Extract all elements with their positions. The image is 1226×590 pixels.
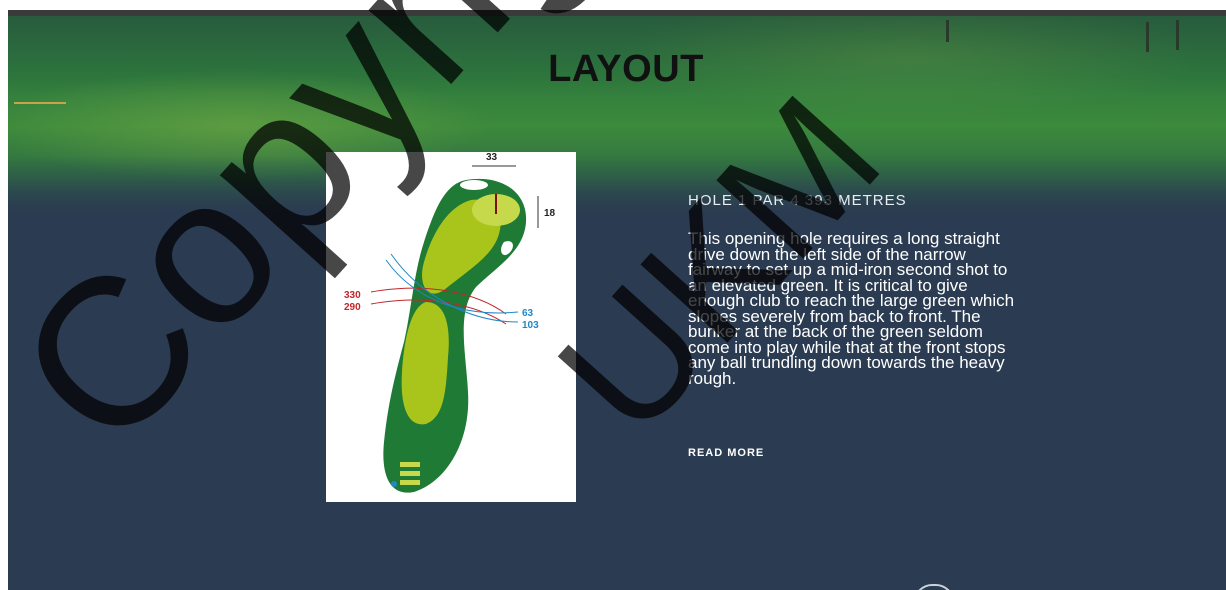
hole-description: This opening hole requires a long straig… [688, 229, 1015, 388]
scroll-indicator[interactable] [914, 584, 954, 590]
hole-map-image: 33 18 330 290 63 103 [326, 152, 576, 502]
green-depth-label: 18 [544, 208, 556, 219]
hole-diagram: 33 18 330 290 63 103 [344, 152, 556, 493]
hero-golf-background [8, 16, 1226, 216]
tree [946, 20, 949, 42]
hole-info: HOLE 1 PAR 4 393 METRES This opening hol… [688, 192, 1018, 388]
tee [400, 480, 420, 485]
section-title: LAYOUT [548, 48, 704, 90]
bunker [460, 180, 488, 190]
read-more-link[interactable]: READ MORE [688, 447, 764, 459]
layout-section: LAYOUT 33 18 330 290 63 103 HOLE 1 PAR 4… [8, 10, 1226, 590]
hole-heading: HOLE 1 PAR 4 393 METRES [688, 192, 1018, 209]
tee [400, 462, 420, 467]
distance-label-blue: 103 [522, 320, 539, 331]
distance-label-red: 330 [344, 290, 361, 301]
tee [400, 471, 420, 476]
hole-label: HOLE [688, 192, 739, 209]
accent-line [14, 102, 66, 104]
distance-label-red: 290 [344, 302, 361, 313]
tee-marker [391, 481, 397, 487]
distance-label-blue: 63 [522, 308, 534, 319]
green-width-label: 33 [486, 152, 498, 163]
tree [1176, 20, 1179, 50]
hole-number: 1 [738, 192, 748, 209]
hole-details: PAR 4 393 METRES [747, 192, 907, 209]
